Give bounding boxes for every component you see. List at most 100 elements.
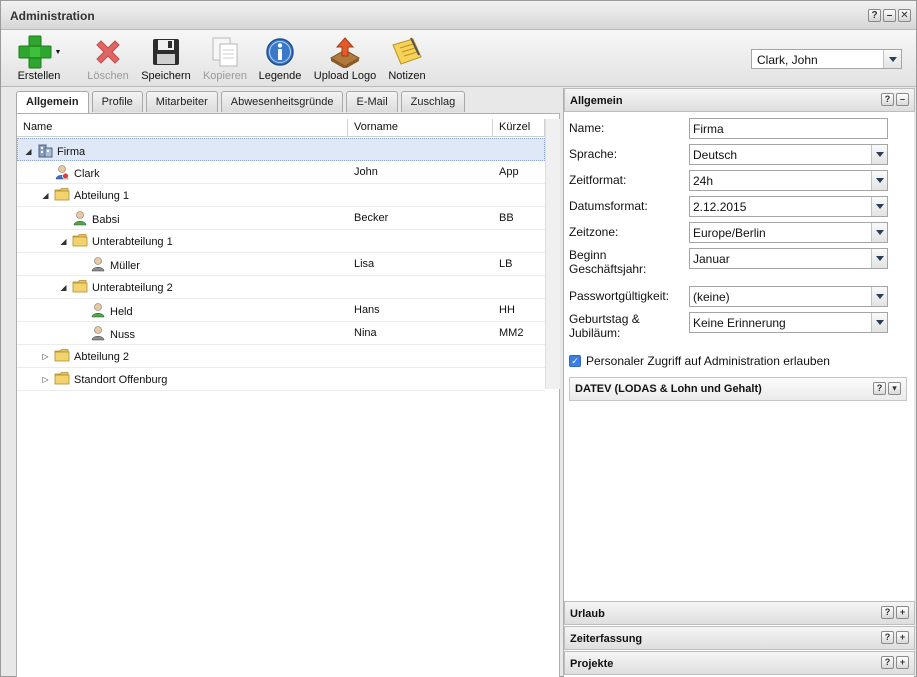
text-field[interactable]: Firma (689, 118, 888, 139)
table-row[interactable]: ◢ Firma (17, 138, 545, 161)
create-button[interactable]: ▼ Erstellen (9, 35, 69, 82)
tree-expander-icon[interactable]: ▷ (41, 352, 50, 361)
help-button[interactable]: ? (873, 382, 886, 395)
select-field[interactable]: Keine Erinnerung (689, 312, 888, 333)
select-field[interactable]: (keine) (689, 286, 888, 307)
row-vorname: Nina (354, 327, 377, 339)
panel-header-zeiterfassung[interactable]: Zeiterfassung? + (564, 626, 915, 650)
select-field[interactable]: Deutsch (689, 144, 888, 165)
table-row[interactable]: ◢ Unterabteilung 2 (17, 276, 545, 299)
copy-button[interactable]: Kopieren (200, 35, 250, 82)
title-bar: Administration ? – ✕ (1, 1, 916, 30)
chevron-down-icon[interactable] (871, 223, 887, 242)
field-value: Europe/Berlin (693, 226, 766, 240)
table-row[interactable]: Clark John App (17, 161, 545, 184)
row-name: Babsi (92, 213, 120, 226)
panel-header-projekte[interactable]: Projekte? + (564, 651, 915, 675)
upload-logo-button[interactable]: Upload Logo (311, 35, 379, 82)
field-label: Zeitzone: (569, 225, 619, 239)
expand-button[interactable]: + (896, 631, 909, 644)
row-name: Abteilung 1 (74, 189, 130, 202)
user-select[interactable]: Clark, John (751, 49, 902, 69)
grid-scrollbar[interactable] (545, 119, 560, 389)
folder-icon (72, 279, 88, 296)
help-button[interactable]: ? (881, 656, 894, 669)
table-row[interactable]: Babsi Becker BB (17, 207, 545, 230)
tab-abwesenheitsgruende[interactable]: Abwesenheitsgründe (220, 91, 344, 112)
admin-user-icon (54, 164, 70, 183)
select-field[interactable]: Januar (689, 248, 888, 269)
tab-zuschlag[interactable]: Zuschlag (400, 91, 466, 112)
chevron-down-icon[interactable] (871, 171, 887, 190)
select-field[interactable]: 2.12.2015 (689, 196, 888, 217)
collapse-button[interactable]: – (896, 93, 909, 106)
field-value: Deutsch (693, 148, 738, 162)
column-header-kuerzel[interactable]: Kürzel (493, 119, 545, 137)
panel-header-allgemein: Allgemein ? – (564, 88, 915, 112)
tree-expander-icon[interactable]: ◢ (24, 147, 33, 156)
table-row[interactable]: Nuss Nina MM2 (17, 322, 545, 345)
select-field[interactable]: 24h (689, 170, 888, 191)
personal-access-checkbox-row[interactable]: ✓ Personaler Zugriff auf Administration … (569, 354, 830, 368)
help-button[interactable]: ? (868, 9, 881, 22)
tree-expander-icon[interactable]: ▷ (41, 375, 50, 384)
table-row[interactable]: ◢ Unterabteilung 1 (17, 230, 545, 253)
tab-allgemein[interactable]: Allgemein (16, 91, 89, 113)
column-header-name[interactable]: Name (17, 119, 348, 137)
tab-email[interactable]: E-Mail (346, 91, 398, 112)
row-kuerzel: App (499, 166, 519, 178)
table-row[interactable]: ▷ Abteilung 2 (17, 345, 545, 368)
chevron-down-icon[interactable] (871, 197, 887, 216)
chevron-down-icon[interactable] (871, 249, 887, 268)
panel-header-urlaub[interactable]: Urlaub? + (564, 601, 915, 625)
help-button[interactable]: ? (881, 93, 894, 106)
tab-profile[interactable]: Profile (91, 91, 143, 112)
table-row[interactable]: Held Hans HH (17, 299, 545, 322)
row-name: Held (110, 305, 133, 318)
delete-button[interactable]: Löschen (85, 35, 131, 82)
tree-expander-icon[interactable]: ◢ (59, 283, 68, 292)
close-button[interactable]: ✕ (898, 9, 911, 22)
table-row[interactable]: ▷ Standort Offenburg (17, 368, 545, 391)
user-grey-icon (90, 325, 106, 344)
expand-button[interactable]: + (896, 656, 909, 669)
field-label: Name: (569, 121, 605, 135)
user-green-icon (90, 302, 106, 321)
panel-header-datev[interactable]: DATEV (LODAS & Lohn und Gehalt) ? ▾ (569, 377, 907, 401)
grid-header: Name Vorname Kürzel (17, 119, 545, 137)
folder-icon (54, 348, 70, 365)
select-field[interactable]: Europe/Berlin (689, 222, 888, 243)
chevron-down-icon[interactable] (871, 287, 887, 306)
row-name: Firma (57, 145, 86, 158)
chevron-down-icon[interactable] (871, 145, 887, 164)
table-row[interactable]: Müller Lisa LB (17, 253, 545, 276)
checkbox[interactable]: ✓ (569, 355, 581, 367)
copy-icon (212, 37, 238, 67)
window-title: Administration (10, 9, 95, 23)
folder-icon (72, 233, 88, 250)
legend-button[interactable]: Legende (256, 35, 304, 82)
row-name: Clark (74, 167, 100, 180)
row-vorname: Becker (354, 212, 389, 224)
help-button[interactable]: ? (881, 631, 894, 644)
minimize-button[interactable]: – (883, 9, 896, 22)
row-name: Nuss (110, 328, 136, 341)
row-name: Standort Offenburg (74, 373, 168, 386)
delete-x-icon (96, 40, 120, 64)
save-button[interactable]: Speichern (139, 35, 193, 82)
expand-button[interactable]: ▾ (888, 382, 901, 395)
tree-expander-icon[interactable]: ◢ (59, 237, 68, 246)
tree-expander-icon[interactable]: ◢ (41, 191, 50, 200)
chevron-down-icon[interactable] (871, 313, 887, 332)
expand-button[interactable]: + (896, 606, 909, 619)
tab-mitarbeiter[interactable]: Mitarbeiter (145, 91, 218, 112)
dropdown-arrow-icon[interactable]: ▼ (55, 49, 62, 56)
info-icon (266, 38, 294, 66)
help-button[interactable]: ? (881, 606, 894, 619)
column-header-vorname[interactable]: Vorname (348, 119, 493, 137)
notes-button[interactable]: Notizen (384, 35, 430, 82)
field-value: 24h (693, 174, 714, 188)
chevron-down-icon[interactable] (883, 50, 901, 68)
table-row[interactable]: ◢ Abteilung 1 (17, 184, 545, 207)
user-grey-icon (90, 256, 106, 275)
